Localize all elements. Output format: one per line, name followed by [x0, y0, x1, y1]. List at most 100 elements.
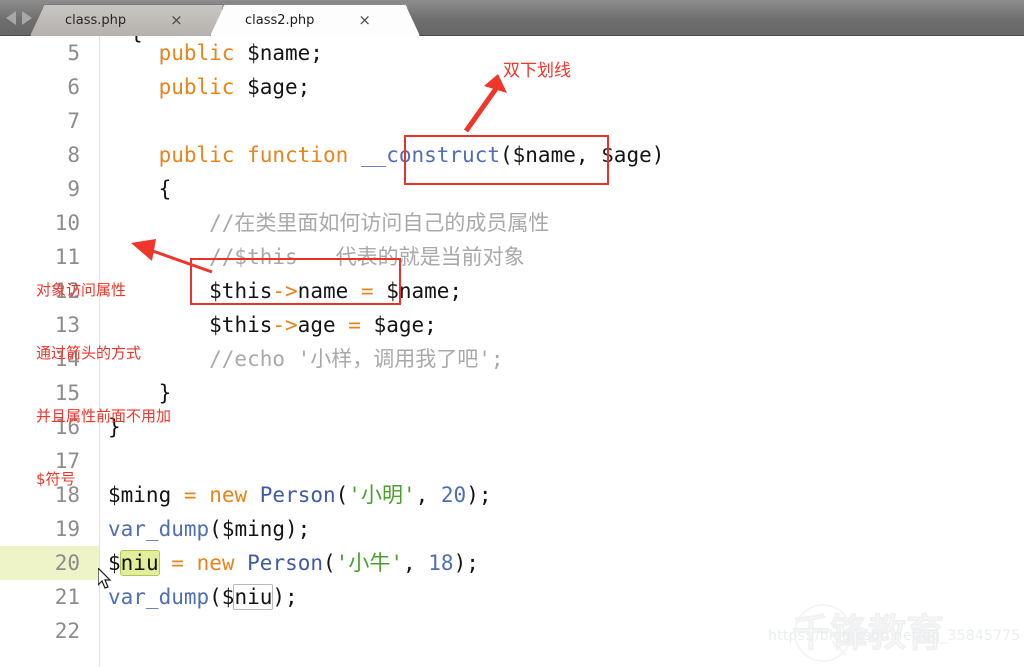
- code-token: Person: [259, 483, 336, 507]
- code-line[interactable]: 7: [0, 104, 1024, 138]
- arrow-right-icon[interactable]: [22, 11, 32, 25]
- code-token: (: [323, 551, 336, 575]
- code-line[interactable]: 9 {: [0, 172, 1024, 206]
- annotation-line: 并且属性前面不用加: [36, 407, 172, 425]
- occurrence-token: niu: [233, 584, 274, 610]
- line-content: $niu = new Person('小牛', 18);: [108, 546, 479, 580]
- code-token: $this: [209, 279, 273, 303]
- code-token: public: [158, 41, 235, 65]
- close-icon[interactable]: ×: [170, 13, 183, 28]
- mouse-cursor-icon: [98, 568, 112, 589]
- code-token: );: [272, 585, 298, 609]
- code-token: '小明': [348, 483, 416, 507]
- code-token: );: [285, 517, 311, 541]
- code-token: public: [158, 75, 235, 99]
- code-token: ,: [402, 551, 429, 575]
- line-number: 20: [54, 551, 80, 575]
- line-number: 10: [54, 211, 80, 235]
- code-token: );: [466, 483, 492, 507]
- tab-class2-php[interactable]: class2.php ×: [222, 4, 408, 36]
- code-token: =: [348, 313, 361, 337]
- code-token: $this: [209, 313, 273, 337]
- selected-token: niu: [119, 550, 160, 576]
- line-content: public $age;: [108, 70, 311, 104]
- code-token: $age;: [373, 313, 437, 337]
- code-token: new: [196, 551, 235, 575]
- annotation-line: 对象访问属性: [36, 281, 127, 299]
- code-token: var_dump: [108, 585, 210, 609]
- code-token: $ming: [221, 517, 286, 541]
- line-number: 8: [67, 143, 80, 167]
- code-token: function: [247, 143, 349, 167]
- code-token: (: [335, 483, 349, 507]
- code-line[interactable]: 10 //在类里面如何访问自己的成员属性: [0, 206, 1024, 240]
- line-number: 22: [54, 619, 80, 643]
- code-token: {: [108, 177, 172, 201]
- code-line[interactable]: 20 $niu = new Person('小牛', 18);: [0, 546, 1024, 580]
- annotation-double-underscore: 双下划线: [503, 61, 571, 81]
- code-token: ->: [272, 279, 298, 303]
- tab-label: class2.php: [245, 12, 315, 28]
- code-token: ->: [272, 313, 298, 337]
- annotation-line: $符号: [36, 470, 76, 488]
- code-token: __construct: [360, 143, 500, 167]
- line-number: 21: [54, 585, 80, 609]
- line-content: public function __construct($name, $age): [108, 138, 665, 172]
- code-token: new: [209, 483, 248, 507]
- line-number: 9: [67, 177, 80, 201]
- code-token: public: [158, 143, 235, 167]
- code-token: //在类里面如何访问自己的成员属性: [108, 211, 550, 235]
- line-number: 5: [67, 41, 80, 65]
- code-token: ): [651, 143, 665, 167]
- code-token: $name: [512, 143, 576, 167]
- line-content: var_dump($niu);: [108, 580, 298, 614]
- code-token: =: [183, 483, 197, 507]
- annotation-property-access: 对象访问属性 通过箭头的方式 并且属性前面不用加 $符号: [36, 238, 171, 532]
- code-line[interactable]: 21 var_dump($niu);: [0, 580, 1024, 614]
- code-token: $name;: [386, 279, 463, 303]
- code-token: );: [453, 551, 479, 575]
- code-token: name: [297, 279, 349, 303]
- tab-bar: class.php × class2.php ×: [0, 0, 1024, 36]
- code-token: $age;: [247, 75, 311, 99]
- line-number: 7: [67, 109, 80, 133]
- line-content: //在类里面如何访问自己的成员属性: [108, 206, 549, 240]
- code-token: $name;: [247, 41, 323, 65]
- annotation-line: 通过箭头的方式: [36, 344, 142, 362]
- line-content: {: [108, 172, 172, 206]
- code-token: =: [171, 551, 184, 575]
- code-token: $age: [601, 143, 652, 167]
- code-token: =: [360, 279, 374, 303]
- close-icon[interactable]: ×: [358, 12, 371, 28]
- code-token: '小牛': [335, 551, 403, 575]
- code-token: 20: [440, 483, 467, 507]
- code-token: (: [499, 143, 513, 167]
- line-number: 6: [67, 75, 80, 99]
- code-token: age: [297, 313, 336, 337]
- code-token: ,: [415, 483, 441, 507]
- code-line[interactable]: 22: [0, 614, 1024, 648]
- code-token: (: [209, 517, 222, 541]
- tab-class-php[interactable]: class.php ×: [42, 4, 238, 36]
- code-line[interactable]: 8 public function __construct($name, $ag…: [0, 138, 1024, 172]
- tab-label: class.php: [65, 13, 127, 28]
- code-token: Person: [247, 551, 324, 575]
- code-token: ($: [209, 585, 235, 609]
- arrow-left-icon[interactable]: [6, 11, 16, 25]
